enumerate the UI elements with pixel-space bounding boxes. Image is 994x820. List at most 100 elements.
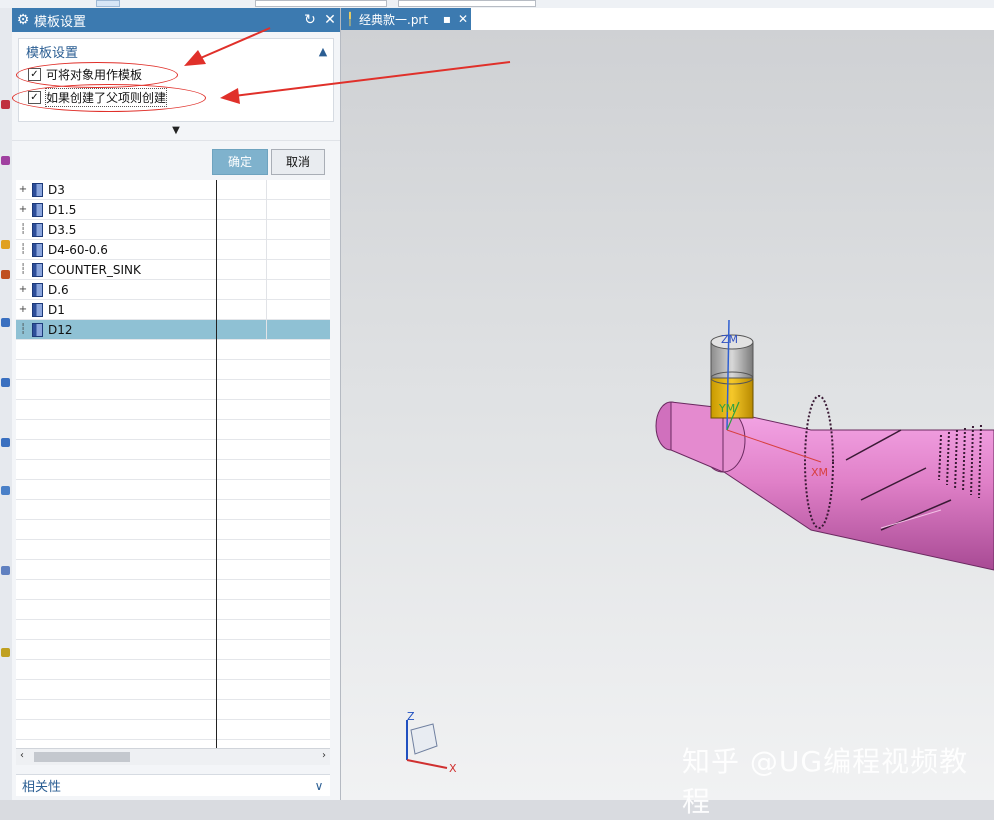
empty-row — [16, 540, 330, 560]
empty-row — [16, 380, 330, 400]
template-node-icon — [32, 202, 43, 217]
resource-icon[interactable] — [1, 270, 10, 279]
column-divider[interactable] — [216, 180, 217, 748]
annotation-ellipse — [12, 84, 206, 112]
resource-icon[interactable] — [1, 100, 10, 109]
column-divider[interactable] — [266, 180, 267, 340]
resource-icon[interactable] — [1, 566, 10, 575]
resource-icon[interactable] — [1, 378, 10, 387]
template-node-icon — [32, 242, 43, 257]
section-header[interactable]: 模板设置 ▲ — [19, 39, 333, 63]
tree-row-label: D12 — [48, 322, 73, 337]
graphics-viewport[interactable]: ZM YM XM Z X — [341, 30, 994, 800]
csys-label: XM — [811, 466, 828, 479]
tree-row-label: COUNTER_SINK — [48, 262, 141, 277]
document-tab[interactable]: ╿ 经典款一.prt ▪ ✕ — [341, 8, 471, 30]
close-icon[interactable]: ✕ — [320, 12, 340, 28]
expand-more-toggle[interactable]: ▼ — [12, 122, 340, 140]
tree-connector: ┆ — [19, 324, 27, 335]
section-title: 模板设置 — [26, 45, 79, 61]
scroll-left-icon[interactable]: ‹ — [20, 750, 24, 761]
resource-icon[interactable] — [1, 438, 10, 447]
expand-icon[interactable]: + — [16, 284, 30, 295]
tree-row[interactable]: + D1.5 — [16, 200, 330, 220]
resource-icon[interactable] — [1, 156, 10, 165]
empty-row — [16, 440, 330, 460]
empty-row — [16, 420, 330, 440]
empty-row — [16, 560, 330, 580]
tree-row-selected[interactable]: ┆ D12 — [16, 320, 330, 340]
empty-row — [16, 700, 330, 720]
scroll-right-icon[interactable]: › — [322, 750, 326, 761]
scrollbar-thumb[interactable] — [34, 752, 130, 762]
template-node-icon — [32, 322, 43, 337]
tree-row[interactable]: + D3 — [16, 180, 330, 200]
empty-row — [16, 620, 330, 640]
tree-row-label: D1 — [48, 302, 65, 317]
close-icon[interactable]: ✕ — [455, 12, 471, 26]
expand-icon[interactable]: + — [16, 304, 30, 315]
template-node-icon — [32, 182, 43, 197]
expand-icon[interactable]: + — [16, 204, 30, 215]
tree-row-label: D3.5 — [48, 222, 77, 237]
empty-row — [16, 680, 330, 700]
watermark: 知乎 @UG编程视频教程 — [682, 745, 969, 818]
horizontal-scrollbar[interactable]: ‹ › — [16, 748, 330, 765]
toolbar-field[interactable] — [255, 0, 387, 7]
tree-row[interactable]: ┆ COUNTER_SINK — [16, 260, 330, 280]
reset-icon[interactable]: ↻ — [300, 12, 320, 28]
template-node-icon — [32, 222, 43, 237]
tree-list: + D3 + D1.5 ┆ D3.5 ┆ D4-60-0.6 ┆ COUNTER… — [16, 180, 330, 748]
resource-icon[interactable] — [1, 486, 10, 495]
chevron-down-icon[interactable]: ∨ — [308, 779, 330, 793]
empty-rows — [16, 340, 330, 740]
document-tab-bar: ╿ 经典款一.prt ▪ ✕ — [341, 8, 994, 31]
tree-row[interactable]: ┆ D4-60-0.6 — [16, 240, 330, 260]
empty-row — [16, 360, 330, 380]
resource-icon[interactable] — [1, 240, 10, 249]
dialog-title: 模板设置 — [34, 14, 87, 30]
csys-label: ZM — [721, 333, 738, 346]
template-node-icon — [32, 282, 43, 297]
empty-row — [16, 580, 330, 600]
toolbar-field[interactable] — [398, 0, 536, 7]
csys-label: YM — [718, 402, 735, 415]
tree-row-label: D3 — [48, 182, 65, 197]
gear-icon: ⚙ — [16, 12, 30, 28]
ok-button[interactable]: 确定 — [212, 149, 268, 175]
view-triad: Z X — [406, 710, 457, 775]
empty-row — [16, 600, 330, 620]
toolbar-button[interactable] — [96, 0, 120, 7]
pink-shaft-part[interactable] — [655, 395, 994, 571]
empty-row — [16, 660, 330, 680]
relations-title: 相关性 — [22, 780, 62, 795]
tree-connector: ┆ — [19, 264, 27, 275]
template-settings-dialog: ⚙ 模板设置 ↻ ✕ 模板设置 ▲ ✓ 可将对象用作模板 ✓ 如果创建了父项则创… — [12, 8, 341, 800]
cancel-button[interactable]: 取消 — [271, 149, 325, 175]
tree-connector: ┆ — [19, 224, 27, 235]
empty-row — [16, 500, 330, 520]
tree-row[interactable]: ┆ D3.5 — [16, 220, 330, 240]
tree-row-label: D.6 — [48, 282, 69, 297]
empty-row — [16, 520, 330, 540]
empty-row — [16, 460, 330, 480]
chevron-up-icon[interactable]: ▲ — [313, 45, 333, 58]
resource-icon[interactable] — [1, 648, 10, 657]
empty-row — [16, 480, 330, 500]
template-node-icon — [32, 302, 43, 317]
tab-label: 经典款一.prt — [359, 12, 429, 27]
resource-icon[interactable] — [1, 318, 10, 327]
tree-connector: ┆ — [19, 244, 27, 255]
tree-row-label: D4-60-0.6 — [48, 242, 108, 257]
triad-label: Z — [407, 710, 415, 723]
expand-icon[interactable]: + — [16, 184, 30, 195]
tree-row[interactable]: + D.6 — [16, 280, 330, 300]
template-settings-section: 模板设置 ▲ ✓ 可将对象用作模板 ✓ 如果创建了父项则创建 — [12, 38, 334, 122]
empty-row — [16, 340, 330, 360]
relations-section-header[interactable]: 相关性 ∨ — [16, 774, 330, 796]
part-file-icon: ╿ — [346, 12, 354, 26]
tab-pin-icon[interactable]: ▪ — [439, 12, 455, 26]
empty-row — [16, 640, 330, 660]
empty-row — [16, 720, 330, 740]
tree-row[interactable]: + D1 — [16, 300, 330, 320]
